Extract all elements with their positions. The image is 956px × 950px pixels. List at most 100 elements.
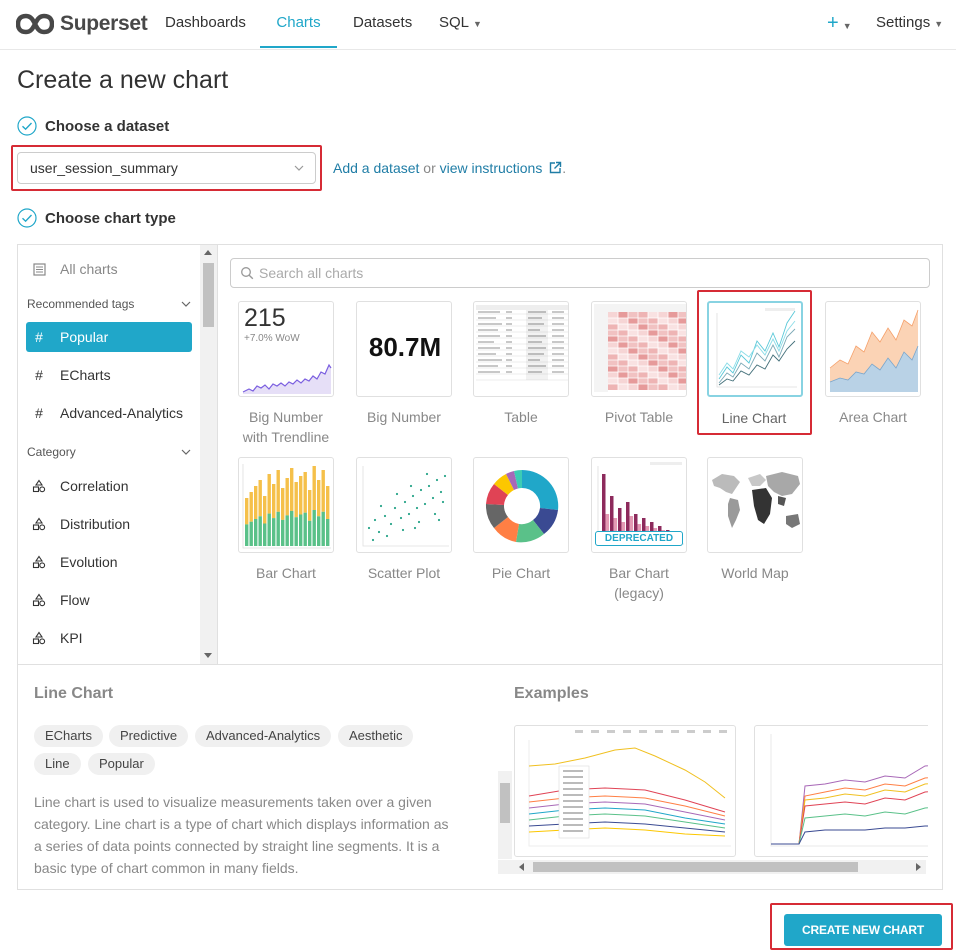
chevron-down-icon xyxy=(181,449,191,455)
view-instructions-link[interactable]: view instructions xyxy=(440,160,543,176)
examples-vertical-scrollbar[interactable] xyxy=(498,771,512,859)
sidebar-item-label: KPI xyxy=(60,630,83,646)
sidebar-item-kpi[interactable]: KPI xyxy=(26,623,192,653)
chart-tile-label[interactable]: Big Number xyxy=(349,407,459,427)
example-image-1[interactable] xyxy=(514,725,736,857)
chevron-down-icon xyxy=(181,301,191,307)
scroll-thumb[interactable] xyxy=(203,263,214,327)
chart-tile-bar-chart-legacy[interactable]: DEPRECATED xyxy=(591,457,687,553)
sidebar-scrollbar[interactable] xyxy=(200,245,217,665)
sidebar-item-all-charts[interactable]: All charts xyxy=(26,254,192,284)
scroll-right-arrow-icon[interactable] xyxy=(914,863,922,871)
sidebar-item-distribution[interactable]: Distribution xyxy=(26,509,192,539)
settings-menu[interactable]: Settings ▼ xyxy=(876,0,943,48)
example-image-2[interactable] xyxy=(754,725,928,857)
nav-datasets[interactable]: Datasets xyxy=(353,0,412,48)
external-link-icon[interactable] xyxy=(548,161,562,175)
chart-tile-bar-chart[interactable] xyxy=(238,457,334,553)
chart-tile-label[interactable]: Pivot Table xyxy=(584,407,694,427)
search-input[interactable] xyxy=(259,265,899,281)
tag-popular: Popular xyxy=(88,753,155,775)
tag-line: Line xyxy=(34,753,81,775)
line-chart-thumbnail xyxy=(716,308,797,388)
create-new-chart-button[interactable]: CREATE NEW CHART xyxy=(784,914,942,946)
chart-tile-label[interactable]: Pie Chart xyxy=(466,563,576,583)
chart-category-sidebar: All charts Recommended tags # Popular # … xyxy=(18,245,217,665)
new-menu[interactable]: + ▼ xyxy=(827,0,852,48)
chart-tile-label[interactable]: Area Chart xyxy=(818,407,928,427)
group-label: Recommended tags xyxy=(27,297,135,311)
sidebar-item-advanced-analytics[interactable]: # Advanced-Analytics xyxy=(26,398,192,428)
table-thumbnail xyxy=(476,305,568,381)
chart-tile-big-number[interactable]: 80.7M xyxy=(356,301,452,397)
chart-tile-label[interactable]: Table xyxy=(466,407,576,427)
sidebar-item-label: Distribution xyxy=(60,516,131,532)
deprecated-badge: DEPRECATED xyxy=(595,531,683,546)
caret-down-icon: ▼ xyxy=(473,19,482,29)
sidebar-item-evolution[interactable]: Evolution xyxy=(26,547,192,577)
chart-tile-label[interactable]: World Map xyxy=(700,563,810,583)
chart-tile-big-number-trendline[interactable]: 215 +7.0% WoW xyxy=(238,301,334,397)
scroll-up-arrow-icon[interactable] xyxy=(204,250,212,255)
check-circle-icon xyxy=(17,208,37,228)
scatter-plot-thumbnail xyxy=(362,466,449,547)
shapes-icon xyxy=(32,593,46,607)
sidebar-item-correlation[interactable]: Correlation xyxy=(26,471,192,501)
world-map-thumbnail xyxy=(712,472,800,528)
chart-tile-scatter-plot[interactable] xyxy=(356,457,452,553)
step-label: Choose a dataset xyxy=(45,117,170,135)
label-line: Big Number xyxy=(249,409,323,425)
chart-tile-line-chart[interactable] xyxy=(707,301,803,397)
label-line: with Trendline xyxy=(242,429,330,445)
shapes-icon xyxy=(32,555,46,569)
search-icon xyxy=(241,267,254,280)
sidebar-item-popular[interactable]: # Popular xyxy=(26,322,192,352)
nav-dashboards[interactable]: Dashboards xyxy=(165,0,246,48)
infinity-logo-icon xyxy=(16,13,54,35)
scroll-down-arrow-icon[interactable] xyxy=(204,653,212,658)
dataset-select[interactable]: user_session_summary xyxy=(17,152,316,184)
shapes-icon xyxy=(32,479,46,493)
example-line-chart-1 xyxy=(528,730,731,847)
caret-down-icon: ▼ xyxy=(842,21,852,31)
scroll-left-arrow-icon[interactable] xyxy=(518,863,526,871)
tag-aesthetic: Aesthetic xyxy=(338,725,414,747)
chart-tile-table[interactable] xyxy=(473,301,569,397)
superset-logo[interactable]: Superset xyxy=(16,10,148,38)
examples-horizontal-scrollbar[interactable] xyxy=(498,860,926,874)
recommended-tags-header[interactable]: Recommended tags xyxy=(27,297,192,311)
chart-tile-label[interactable]: Bar Chart (legacy) xyxy=(584,563,694,603)
chart-tile-label[interactable]: Bar Chart xyxy=(231,563,341,583)
chart-tile-area-chart[interactable] xyxy=(825,301,921,397)
chart-tile-pivot-table[interactable] xyxy=(591,301,687,397)
or-text: or xyxy=(423,160,436,176)
add-dataset-link[interactable]: Add a dataset xyxy=(333,160,419,176)
scroll-thumb[interactable] xyxy=(533,862,858,872)
chart-search[interactable] xyxy=(230,258,930,288)
nav-charts[interactable]: Charts xyxy=(260,0,337,48)
category-header[interactable]: Category xyxy=(27,445,192,459)
dataset-select-value: user_session_summary xyxy=(30,160,178,176)
caret-down-icon: ▼ xyxy=(934,19,944,29)
chart-type-panel: All charts Recommended tags # Popular # … xyxy=(17,244,943,890)
chart-tile-label[interactable]: Big Number with Trendline xyxy=(231,407,341,447)
chart-description: Line chart is used to visualize measurem… xyxy=(34,794,449,875)
chevron-down-icon xyxy=(294,165,304,171)
tag-advanced-analytics: Advanced-Analytics xyxy=(195,725,332,747)
chart-tile-label[interactable]: Line Chart xyxy=(699,408,809,428)
chart-tile-label[interactable]: Scatter Plot xyxy=(349,563,459,583)
tag-predictive: Predictive xyxy=(109,725,189,747)
chart-tile-pie-chart[interactable] xyxy=(473,457,569,553)
chart-tile-world-map[interactable] xyxy=(707,457,803,553)
check-circle-icon xyxy=(17,116,37,136)
nav-sql[interactable]: SQL ▼ xyxy=(439,0,482,48)
step-label: Choose chart type xyxy=(45,209,176,227)
hash-icon: # xyxy=(35,405,43,421)
label-line: (legacy) xyxy=(614,585,664,601)
area-chart-thumbnail xyxy=(829,309,919,392)
dataset-links: Add a dataset or view instructions . xyxy=(333,160,566,176)
sidebar-item-echarts[interactable]: # ECharts xyxy=(26,360,192,390)
scroll-thumb[interactable] xyxy=(500,783,510,823)
examples-gallery[interactable] xyxy=(498,723,928,875)
sidebar-item-flow[interactable]: Flow xyxy=(26,585,192,615)
